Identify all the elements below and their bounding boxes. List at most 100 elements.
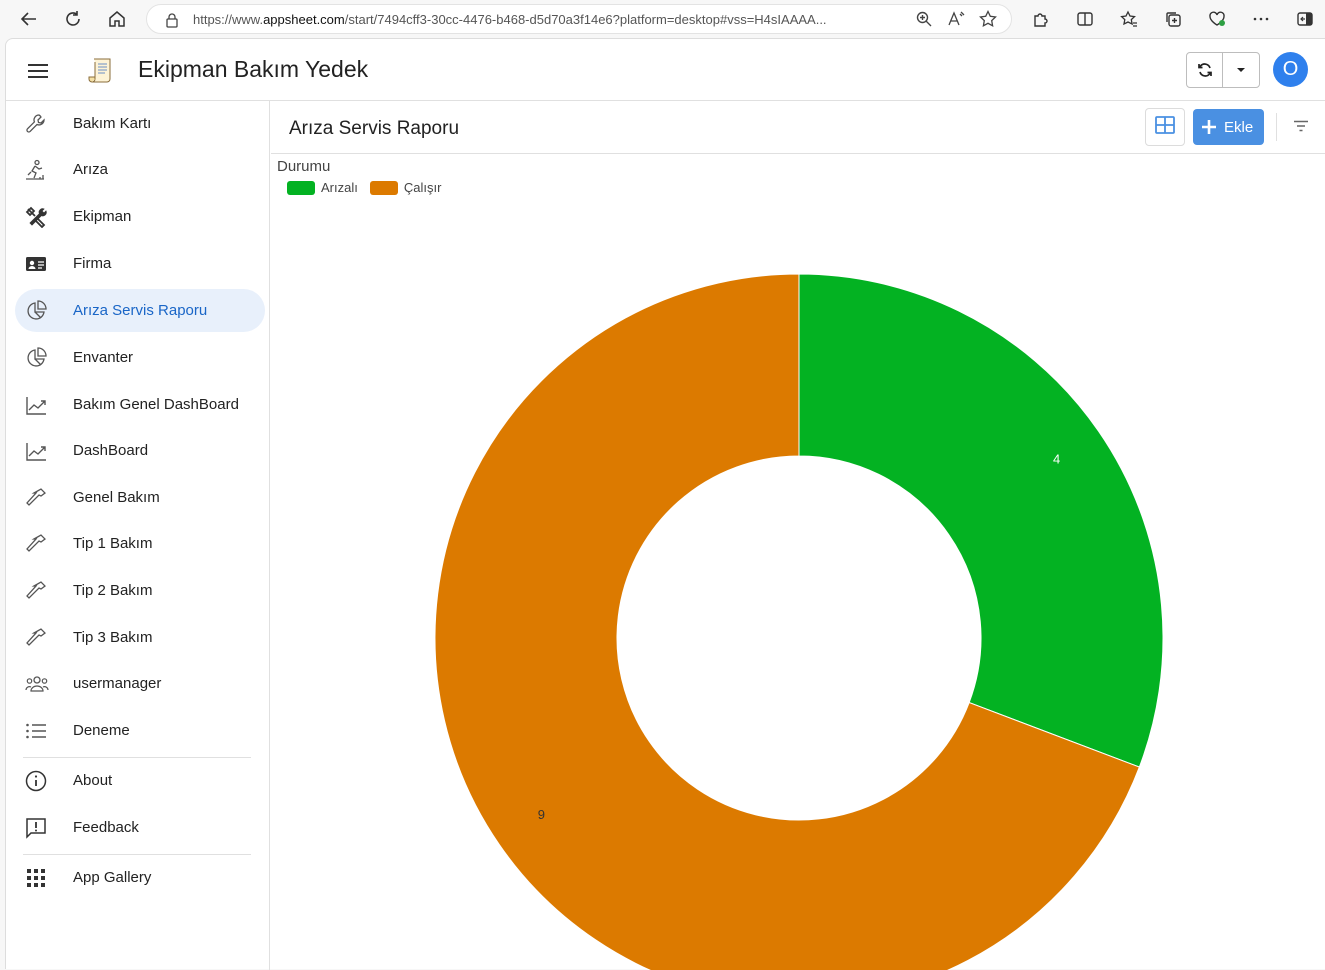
sidebar-item-firma[interactable]: Firma [15, 242, 265, 285]
sidebar-item-label: Bakım Kartı [73, 115, 152, 132]
sidebar-item-label: Firma [73, 255, 112, 272]
sidebar-divider [23, 757, 251, 758]
sidebar-item-envanter[interactable]: Envanter [15, 336, 265, 379]
users-icon [25, 673, 49, 695]
hammer-icon [25, 580, 47, 602]
url-prefix: https://www. [193, 11, 264, 27]
slice-value-label: 9 [538, 807, 545, 822]
sidebar-item-label: Tip 2 Bakım [73, 582, 153, 599]
feedback-icon [25, 817, 47, 839]
info-icon [25, 770, 47, 792]
chevron-down-icon[interactable] [1223, 53, 1259, 87]
sidebar-item-feedback[interactable]: Feedback [15, 806, 265, 849]
zoom-icon[interactable] [915, 10, 933, 31]
slice-value-label: 4 [1053, 452, 1060, 467]
sidebar-item-label: About [73, 772, 113, 789]
sidebar-item-label: usermanager [73, 675, 162, 692]
legend-item[interactable]: Çalışır [369, 180, 442, 195]
hammer-icon [25, 627, 47, 649]
grid-icon [25, 867, 47, 889]
sidebar-item-tip-3-bakim[interactable]: Tip 3 Bakım [15, 616, 265, 659]
split-screen-icon[interactable] [1070, 4, 1100, 34]
sidebar-item-bakim-genel-dashboard[interactable]: Bakım Genel DashBoard [15, 383, 265, 426]
extensions-icon[interactable] [1026, 4, 1056, 34]
view-header: Arıza Servis Raporu Ekle [271, 101, 1325, 154]
add-button-label: Ekle [1224, 119, 1254, 136]
sync-icon[interactable] [1187, 53, 1223, 87]
lock-icon [165, 12, 179, 31]
favorites-icon[interactable] [1114, 4, 1144, 34]
legend-label: Arızalı [321, 180, 358, 195]
legend-label: Çalışır [403, 180, 442, 195]
sidebar-item-deneme[interactable]: Deneme [15, 709, 265, 752]
url-path: /start/7494cff3-30cc-4476-b468-d5d70a3f1… [344, 11, 827, 27]
app-title: Ekipman Bakım Yedek [138, 56, 369, 82]
sidebar-item-label: Arıza [73, 161, 109, 178]
chart-legend: Arızalı Çalışır [287, 180, 453, 195]
legend-title: Durumu [277, 158, 331, 175]
avatar[interactable]: O [1273, 52, 1308, 87]
donut-chart: 49 [434, 273, 1164, 970]
sidebar-divider [23, 854, 251, 855]
table-layout-icon [1155, 115, 1175, 139]
sidebar-item-about[interactable]: About [15, 759, 265, 802]
address-bar[interactable]: https://www. appsheet.com/start/7494cff3-… [146, 4, 1012, 34]
layout-toggle-button[interactable] [1145, 108, 1185, 146]
filter-icon[interactable] [1289, 114, 1313, 138]
sidebar-item-label: DashBoard [73, 442, 149, 459]
pie-chart-icon [25, 347, 47, 369]
legend-swatch [287, 180, 315, 195]
id-card-icon [25, 253, 47, 275]
sidebar-item-dashboard[interactable]: DashBoard [15, 429, 265, 472]
sidebar-item-label: App Gallery [73, 869, 152, 886]
browser-toolbar: https://www. appsheet.com/start/7494cff3-… [0, 0, 1325, 38]
browser-essentials-icon[interactable] [1202, 4, 1232, 34]
sidebar-item-label: Bakım Genel DashBoard [73, 396, 239, 413]
sidebar-item-ekipman[interactable]: Ekipman [15, 195, 265, 238]
sidebar-item-tip-1-bakim[interactable]: Tip 1 Bakım [15, 522, 265, 565]
sidebar-item-label: Arıza Servis Raporu [73, 302, 208, 319]
sidebar-toggle-icon[interactable] [1290, 4, 1320, 34]
sidebar-item-bakim-karti[interactable]: Bakım Kartı [15, 102, 265, 145]
sidebar-item-label: Deneme [73, 722, 130, 739]
sidebar-item-ariza[interactable]: Arıza [15, 148, 265, 191]
sidebar-item-app-gallery[interactable]: App Gallery [15, 856, 265, 899]
app-header: Ekipman Bakım Yedek O [6, 39, 1325, 101]
sidebar-item-label: Feedback [73, 819, 139, 836]
home-icon[interactable] [102, 4, 132, 34]
hammer-icon [25, 533, 47, 555]
sidebar-item-genel-bakim[interactable]: Genel Bakım [15, 476, 265, 519]
appsheet-app: Ekipman Bakım Yedek O Bakım Kartı Arıza … [5, 38, 1325, 970]
reload-icon[interactable] [58, 4, 88, 34]
tools-icon [25, 206, 47, 229]
url-host: appsheet.com [263, 11, 345, 27]
add-button[interactable]: Ekle [1193, 109, 1264, 145]
wrench-icon [25, 113, 47, 135]
line-chart-icon [25, 440, 47, 462]
plus-icon [1201, 117, 1217, 141]
chart-area: 49 Durumu Arızalı Çalışır [271, 155, 1325, 970]
sidebar-item-label: Ekipman [73, 208, 132, 225]
sidebar-item-ariza-servis-raporu[interactable]: Arıza Servis Raporu [15, 289, 265, 332]
sync-button-group [1186, 52, 1260, 88]
more-options-icon[interactable] [1246, 4, 1276, 34]
page-title: Arıza Servis Raporu [289, 118, 460, 139]
header-separator [1276, 113, 1277, 141]
donut-slice-1[interactable] [798, 273, 1164, 768]
legend-swatch [369, 180, 398, 195]
collections-icon[interactable] [1158, 4, 1188, 34]
sidebar-item-tip-2-bakim[interactable]: Tip 2 Bakım [15, 569, 265, 612]
legend-item[interactable]: Arızalı [287, 180, 358, 195]
sidebar-item-usermanager[interactable]: usermanager [15, 662, 265, 705]
back-icon[interactable] [14, 4, 44, 34]
line-chart-icon [25, 394, 47, 416]
person-slipping-icon [25, 159, 47, 181]
favorite-star-icon[interactable] [979, 9, 997, 31]
pie-chart-icon [25, 300, 47, 322]
sidebar-item-label: Tip 1 Bakım [73, 535, 153, 552]
read-aloud-icon[interactable] [947, 10, 965, 31]
sidebar: Bakım Kartı Arıza Ekipman Firma Arıza Se… [6, 101, 270, 970]
app-logo-icon [86, 55, 116, 85]
hamburger-menu-icon[interactable] [26, 59, 50, 83]
sidebar-item-label: Tip 3 Bakım [73, 629, 153, 646]
